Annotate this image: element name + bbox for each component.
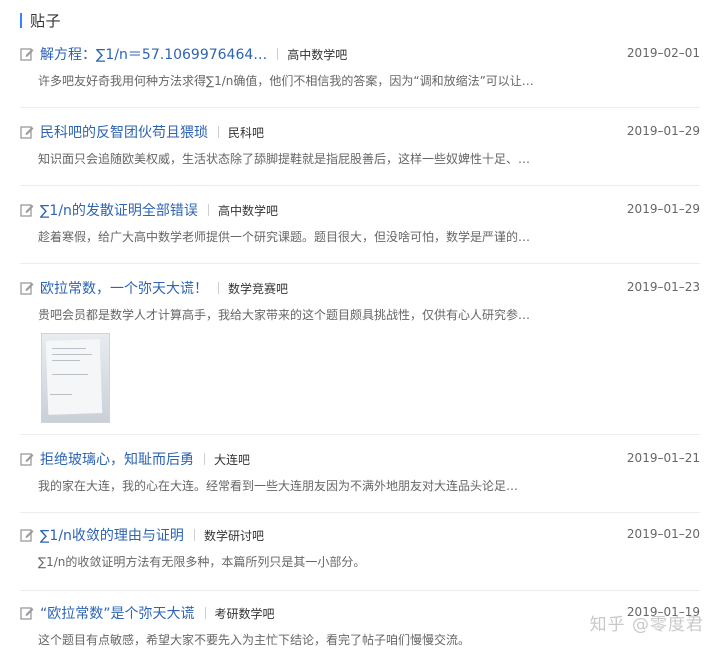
post-title-link[interactable]: 民科吧的反智团伙苟且猥琐: [40, 122, 208, 142]
post-thumbnail-image[interactable]: [41, 333, 110, 423]
separator: [204, 453, 205, 465]
separator: [218, 126, 219, 138]
post-excerpt: 贵吧会员都是数学人才计算高手，我给大家带来的这个题目颇具挑战性，仅供有心人研究参…: [38, 308, 531, 322]
thumbnail-line: [52, 348, 86, 349]
edit-icon: [20, 607, 34, 620]
edit-icon: [20, 282, 34, 295]
post-item: 拒绝玻璃心，知耻而后勇 大连吧 2019–01–21 我的家在大连，我的心在大连…: [20, 448, 700, 513]
edit-icon: [20, 126, 34, 139]
post-date: 2019–01–29: [626, 124, 700, 138]
post-title-link[interactable]: 解方程：∑1/n＝57.1069976464…: [40, 44, 267, 64]
forum-link[interactable]: 民科吧: [228, 124, 264, 141]
post-item: 民科吧的反智团伙苟且猥琐 民科吧 2019–01–29 知识面只会追随欧美权威，…: [20, 121, 700, 186]
post-excerpt: ∑1/n的收敛证明方法有无限多种，本篇所列只是其一小部分。: [38, 555, 366, 569]
post-title-link[interactable]: 欧拉常数，一个弥天大谎！: [40, 278, 208, 298]
post-date: 2019–01–21: [626, 451, 700, 465]
forum-link[interactable]: 数学研讨吧: [204, 527, 264, 544]
section-accent-bar: [20, 13, 22, 28]
post-excerpt: 许多吧友好奇我用何种方法求得∑1/n确值，他们不相信我的答案，因为“调和放缩法”…: [38, 74, 534, 88]
zhihu-watermark: 知乎 @零度君: [589, 615, 704, 635]
forum-link[interactable]: 数学竞赛吧: [228, 280, 288, 297]
separator: [218, 282, 219, 294]
post-item: 欧拉常数，一个弥天大谎！ 数学竞赛吧 2019–01–23 贵吧会员都是数学人才…: [20, 277, 700, 435]
edit-icon: [20, 453, 34, 466]
post-excerpt: 这个题目有点敏感，希望大家不要先入为主忙下结论，看完了帖子咱们慢慢交流。: [38, 633, 471, 647]
post-item: ∑1/n的发散证明全部错误 高中数学吧 2019–01–29 趁着寒假，给广大高…: [20, 199, 700, 264]
post-title-link[interactable]: “欧拉常数”是个弥天大谎: [40, 603, 195, 623]
thumbnail-line: [50, 394, 72, 395]
edit-icon: [20, 204, 34, 217]
post-excerpt: 趁着寒假，给广大高中数学老师提供一个研究课题。题目很大，但没啥可怕，数学是严谨的…: [38, 230, 531, 244]
forum-link[interactable]: 大连吧: [214, 451, 250, 468]
separator: [277, 48, 279, 60]
thumbnail-line: [52, 374, 88, 375]
thumbnail-line: [52, 360, 80, 361]
forum-link[interactable]: 高中数学吧: [218, 202, 278, 219]
separator: [204, 607, 206, 619]
post-date: 2019–01–29: [626, 202, 700, 216]
post-title-link[interactable]: ∑1/n收敛的理由与证明: [40, 525, 184, 545]
post-title-link[interactable]: ∑1/n的发散证明全部错误: [40, 200, 198, 220]
post-date: 2019–01–20: [626, 527, 700, 541]
post-excerpt: 知识面只会追随欧美权威，生活状态除了舔脚提鞋就是指屁股善后，这样一些奴婢性十足、…: [38, 152, 531, 166]
forum-link[interactable]: 考研数学吧: [215, 605, 275, 622]
separator: [207, 204, 209, 216]
thumbnail-line: [52, 354, 92, 355]
post-item: ∑1/n收敛的理由与证明 数学研讨吧 2019–01–20 ∑1/n的收敛证明方…: [20, 524, 700, 591]
post-excerpt: 我的家在大连，我的心在大连。经常看到一些大连朋友因为不满外地朋友对大连品头论足…: [38, 479, 519, 493]
post-item: 解方程：∑1/n＝57.1069976464… 高中数学吧 2019–02–01…: [20, 43, 700, 108]
post-title-link[interactable]: 拒绝玻璃心，知耻而后勇: [40, 449, 194, 469]
section-header: 贴子: [20, 10, 61, 31]
section-title: 贴子: [30, 12, 62, 30]
post-date: 2019–02–01: [626, 46, 700, 60]
edit-icon: [20, 529, 34, 542]
separator: [193, 529, 195, 541]
forum-link[interactable]: 高中数学吧: [287, 46, 347, 63]
post-date: 2019–01–23: [626, 280, 700, 294]
thumbnail-paper: [45, 339, 103, 415]
edit-icon: [20, 48, 34, 61]
